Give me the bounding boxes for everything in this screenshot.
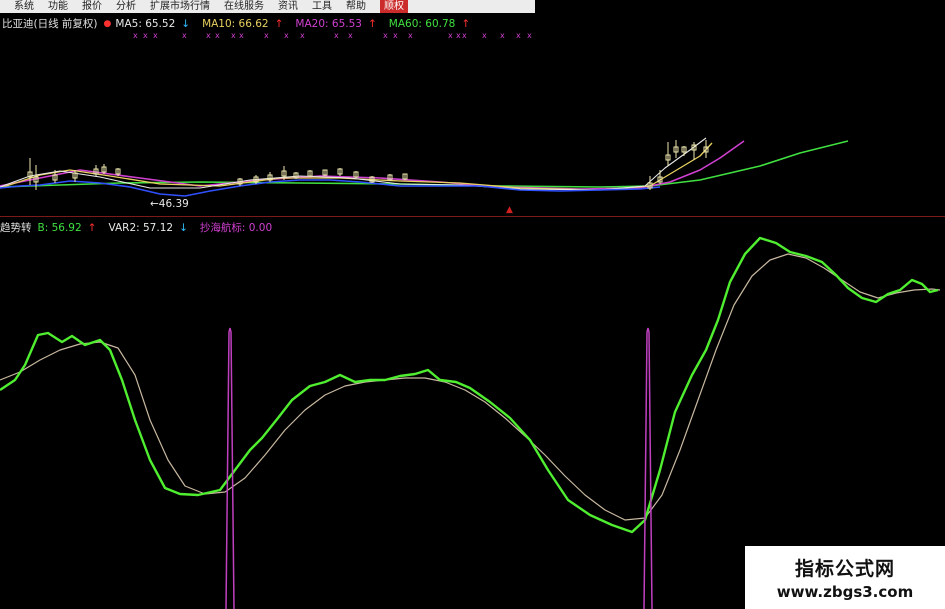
site-watermark: 指标公式网 www.zbgs3.com bbox=[745, 546, 945, 609]
watermark-title: 指标公式网 bbox=[794, 558, 895, 580]
signal-spike bbox=[225, 327, 235, 609]
signal-spike bbox=[643, 327, 653, 609]
indicator-chart bbox=[0, 236, 941, 609]
watermark-url: www.zbgs3.com bbox=[776, 583, 914, 601]
b-line bbox=[0, 236, 939, 534]
